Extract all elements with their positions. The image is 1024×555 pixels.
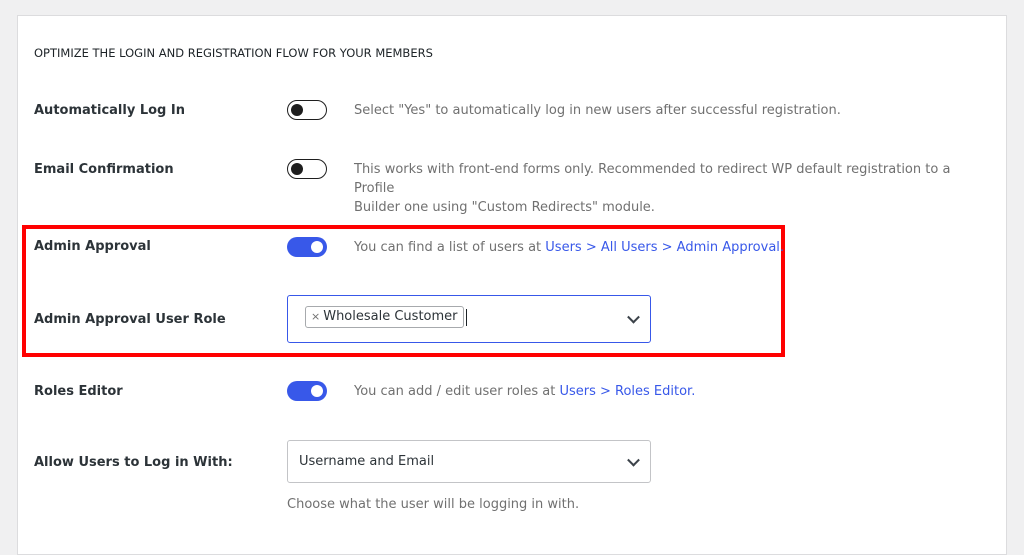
chevron-down-icon[interactable] bbox=[627, 310, 640, 324]
admin-approval-link[interactable]: Users > All Users > Admin Approval. bbox=[545, 240, 784, 255]
select-value: Username and Email bbox=[299, 454, 435, 469]
user-role-multiselect[interactable]: × Wholesale Customer bbox=[287, 295, 651, 343]
login-with-select[interactable]: Username and Email bbox=[287, 440, 651, 483]
login-with-hint: Choose what the user will be logging in … bbox=[287, 497, 580, 512]
admin-approval-toggle[interactable] bbox=[287, 237, 327, 257]
toggle-knob bbox=[291, 163, 303, 175]
description-text: You can add / edit user roles at bbox=[354, 384, 560, 399]
description-line: This works with front-end forms only. Re… bbox=[354, 162, 951, 196]
toggle-knob bbox=[311, 241, 323, 253]
description-text: You can find a list of users at bbox=[354, 240, 546, 255]
auto-login-description: Select "Yes" to automatically log in new… bbox=[354, 103, 841, 118]
chevron-down-icon[interactable] bbox=[627, 453, 640, 467]
close-icon[interactable]: × bbox=[311, 307, 320, 327]
selected-role-chip: × Wholesale Customer bbox=[305, 306, 464, 328]
roles-editor-description: You can add / edit user roles at Users >… bbox=[354, 382, 695, 401]
toggle-knob bbox=[291, 104, 303, 116]
login-with-label: Allow Users to Log in With: bbox=[34, 455, 233, 470]
description-line: Builder one using "Custom Redirects" mod… bbox=[354, 200, 655, 215]
chip-label: Wholesale Customer bbox=[323, 309, 458, 324]
section-title: OPTIMIZE THE LOGIN AND REGISTRATION FLOW… bbox=[34, 46, 433, 60]
email-confirmation-toggle[interactable] bbox=[287, 159, 327, 179]
auto-login-toggle[interactable] bbox=[287, 100, 327, 120]
roles-editor-link[interactable]: Users > Roles Editor. bbox=[559, 384, 695, 399]
email-confirmation-label: Email Confirmation bbox=[34, 162, 174, 177]
email-confirmation-description: This works with front-end forms only. Re… bbox=[354, 160, 994, 217]
text-cursor bbox=[466, 309, 467, 326]
admin-approval-description: You can find a list of users at Users > … bbox=[354, 238, 784, 257]
roles-editor-toggle[interactable] bbox=[287, 381, 327, 401]
admin-approval-label: Admin Approval bbox=[34, 239, 151, 254]
toggle-knob bbox=[311, 385, 323, 397]
auto-login-label: Automatically Log In bbox=[34, 103, 185, 118]
admin-approval-user-role-label: Admin Approval User Role bbox=[34, 312, 226, 327]
roles-editor-label: Roles Editor bbox=[34, 384, 123, 399]
